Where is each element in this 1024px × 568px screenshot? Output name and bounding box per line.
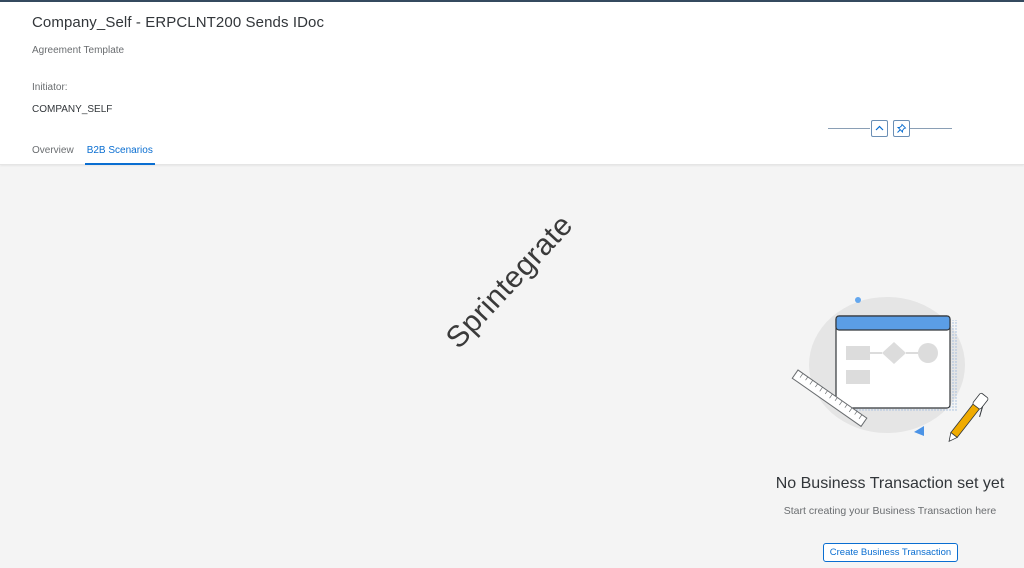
initiator-value: COMPANY_SELF [32, 104, 113, 115]
collapse-header-button[interactable] [871, 120, 888, 137]
flow-box-1 [846, 346, 870, 360]
header-collapse-bar [828, 119, 952, 137]
tab-b2b-scenarios[interactable]: B2B Scenarios [84, 144, 156, 165]
chevron-up-icon [875, 125, 884, 131]
collapse-divider-left [828, 128, 870, 129]
accent-dot [855, 297, 861, 303]
initiator-label: Initiator: [32, 82, 68, 93]
window-titlebar [835, 315, 951, 331]
tab-bar: Overview B2B Scenarios [32, 144, 156, 165]
pin-header-button[interactable] [893, 120, 910, 137]
create-business-transaction-button[interactable]: Create Business Transaction [823, 543, 958, 562]
page-title: Company_Self - ERPCLNT200 Sends IDoc [32, 14, 325, 31]
watermark-text: Sprintegrate [439, 208, 580, 355]
flow-circle [918, 343, 938, 363]
page-subtitle: Agreement Template [32, 45, 125, 56]
empty-state-title: No Business Transaction set yet [775, 475, 1005, 492]
pin-icon [896, 123, 907, 134]
tab-overview[interactable]: Overview [32, 144, 74, 165]
empty-state-description: Start creating your Business Transaction… [783, 505, 997, 517]
empty-business-transaction-illustration [791, 297, 989, 442]
collapse-divider-right [910, 128, 952, 129]
flow-box-2 [846, 370, 870, 384]
object-page-header: Company_Self - ERPCLNT200 Sends IDoc Agr… [0, 2, 1024, 165]
